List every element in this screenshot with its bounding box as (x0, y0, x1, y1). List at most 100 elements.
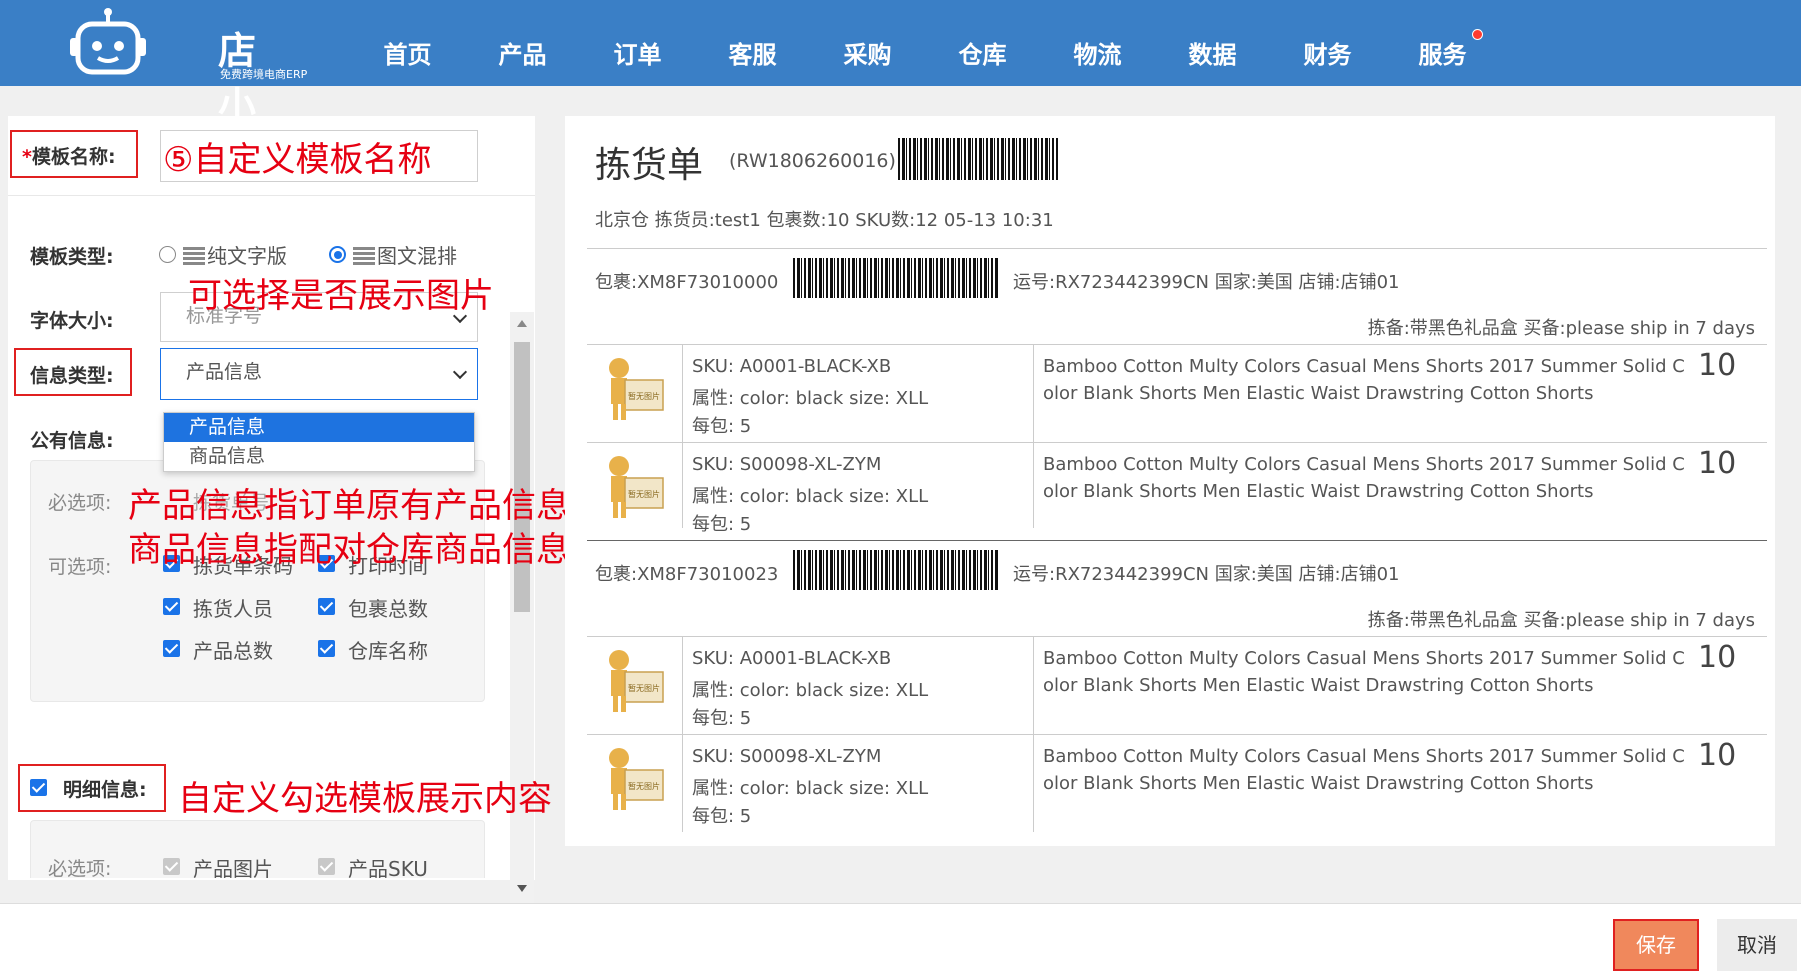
info-type-dropdown: 产品信息 商品信息 (163, 412, 475, 472)
checkbox-product-total-label[interactable]: 产品总数 (193, 635, 273, 664)
item-attributes: 属性: color: black size: XLL (692, 680, 929, 701)
item-name-line1: Bamboo Cotton Multy Colors Casual Mens S… (1043, 746, 1685, 767)
save-button[interactable]: 保存 (1613, 919, 1699, 971)
item-sku: SKU: S00098-XL-ZYM (692, 746, 882, 767)
checkbox-package-total-label[interactable]: 包裹总数 (348, 593, 428, 622)
no-image-text: 暂无图片 (628, 391, 660, 401)
divider (1033, 344, 1034, 528)
divider (587, 636, 1767, 637)
item-name-line1: Bamboo Cotton Multy Colors Casual Mens S… (1043, 454, 1685, 475)
item-pack: 每包: 5 (692, 416, 752, 437)
logo-subtitle: 免费跨境电商ERP (220, 68, 308, 81)
no-image-text: 暂无图片 (628, 489, 660, 499)
item-sku: SKU: A0001-BLACK-XB (692, 356, 892, 377)
item-quantity: 10 (1698, 348, 1737, 383)
item-name-line2: olor Blank Shorts Men Elastic Waist Draw… (1043, 481, 1594, 502)
checkbox-warehouse-name[interactable] (318, 640, 335, 657)
nav-service[interactable]: 服务 (1385, 0, 1500, 86)
bottom-action-bar (0, 903, 1801, 976)
info-type-value: 产品信息 (186, 361, 263, 383)
item-sku: SKU: A0001-BLACK-XB (692, 648, 892, 669)
preview-title: 拣货单 (595, 145, 704, 186)
picklist-barcode (898, 138, 1058, 180)
radio-image-text-label[interactable]: 图文混排 (353, 240, 457, 269)
chevron-down-icon (452, 364, 468, 380)
nav-logistics[interactable]: 物流 (1040, 0, 1155, 86)
package-id: 包裹:XM8F73010000 (595, 272, 779, 293)
nav-home[interactable]: 首页 (350, 0, 465, 86)
nav-purchase[interactable]: 采购 (810, 0, 925, 86)
checkbox-warehouse-name-label[interactable]: 仓库名称 (348, 635, 428, 664)
annotation-show-image: 可选择是否展示图片 (188, 276, 494, 316)
item-attributes: 属性: color: black size: XLL (692, 486, 929, 507)
scroll-down-arrow-icon[interactable] (517, 885, 527, 892)
template-type-label: 模板类型: (30, 246, 114, 268)
checkbox-package-total[interactable] (318, 598, 335, 615)
scroll-up-arrow-icon[interactable] (517, 320, 527, 327)
product-image: 暂无图片 (599, 744, 665, 814)
package-barcode (793, 258, 999, 298)
item-name-line2: olor Blank Shorts Men Elastic Waist Draw… (1043, 773, 1594, 794)
annotation-goods-info: 商品信息指配对仓库商品信息 (128, 530, 570, 570)
annotation-custom-content: 自定义勾选模板展示内容 (178, 779, 552, 819)
dropdown-option-product-info[interactable]: 产品信息 (164, 413, 474, 442)
scroll-thumb[interactable] (514, 342, 530, 612)
font-size-label: 字体大小: (30, 310, 114, 332)
radio-text-only[interactable] (159, 246, 176, 263)
nav-orders[interactable]: 订单 (580, 0, 695, 86)
package-id: 包裹:XM8F73010023 (595, 564, 779, 585)
info-type-label: 信息类型: (30, 365, 114, 387)
checkbox-picker[interactable] (163, 598, 180, 615)
cancel-button[interactable]: 取消 (1717, 919, 1797, 971)
item-quantity: 10 (1698, 446, 1737, 481)
divider (682, 344, 683, 528)
image-layout-icon (353, 247, 375, 265)
robot-logo-icon (70, 8, 146, 75)
nav-warehouse[interactable]: 仓库 (925, 0, 1040, 86)
divider (587, 442, 1767, 443)
nav-customer-service[interactable]: 客服 (695, 0, 810, 86)
radio-image-text-text: 图文混排 (377, 244, 457, 268)
logo[interactable]: 店小秘 免费跨境电商ERP (68, 8, 307, 183)
notification-dot (1472, 29, 1483, 40)
info-type-select[interactable]: 产品信息 (160, 348, 478, 400)
product-image: 暂无图片 (599, 354, 665, 424)
package-divider (587, 540, 1767, 541)
preview-number: (RW1806260016) (729, 150, 896, 172)
package-tracking: 运号:RX723442399CN 国家:美国 店铺:店铺01 (1013, 564, 1400, 585)
nav-data[interactable]: 数据 (1155, 0, 1270, 86)
checkbox-product-image (163, 858, 180, 875)
panel-scrollbar[interactable] (510, 312, 534, 976)
optional-label: 可选项: (48, 556, 112, 578)
item-name-line2: olor Blank Shorts Men Elastic Waist Draw… (1043, 383, 1594, 404)
nav-finance[interactable]: 财务 (1270, 0, 1385, 86)
text-layout-icon (183, 247, 205, 265)
radio-text-only-label[interactable]: 纯文字版 (183, 240, 287, 269)
picklist-preview: 拣货单 (RW1806260016) 北京仓 拣货员:test1 包裹数:10 … (565, 116, 1775, 846)
item-pack: 每包: 5 (692, 708, 752, 729)
checkbox-detail-info[interactable] (30, 779, 47, 796)
template-name-label-text: 模板名称: (31, 146, 116, 168)
annotation-product-info: 产品信息指订单原有产品信息 (128, 486, 570, 526)
checkbox-product-sku (318, 858, 335, 875)
template-name-label: *模板名称: (22, 142, 116, 169)
package-remark: 拣备:带黑色礼品盒 买备:please ship in 7 days (1367, 318, 1755, 339)
package-tracking: 运号:RX723442399CN 国家:美国 店铺:店铺01 (1013, 272, 1400, 293)
checkbox-product-total[interactable] (163, 640, 180, 657)
item-quantity: 10 (1698, 640, 1737, 675)
radio-image-text[interactable] (329, 246, 346, 263)
item-attributes: 属性: color: black size: XLL (692, 778, 929, 799)
annotation-template-name: ⑤自定义模板名称 (163, 140, 432, 180)
item-pack: 每包: 5 (692, 514, 752, 535)
dropdown-option-goods-info[interactable]: 商品信息 (164, 442, 474, 471)
item-name-line1: Bamboo Cotton Multy Colors Casual Mens S… (1043, 356, 1685, 377)
top-nav-bar: 店小秘 免费跨境电商ERP 首页 产品 订单 客服 采购 仓库 物流 数据 财务… (0, 0, 1801, 183)
checkbox-picker-label[interactable]: 拣货人员 (193, 593, 273, 622)
preview-summary: 北京仓 拣货员:test1 包裹数:10 SKU数:12 05-13 10:31 (595, 210, 1054, 231)
radio-text-only-text: 纯文字版 (207, 244, 287, 268)
detail-required-label: 必选项: (48, 858, 112, 878)
nav-products[interactable]: 产品 (465, 0, 580, 86)
package-remark: 拣备:带黑色礼品盒 买备:please ship in 7 days (1367, 610, 1755, 631)
item-sku: SKU: S00098-XL-ZYM (692, 454, 882, 475)
product-image: 暂无图片 (599, 452, 665, 522)
